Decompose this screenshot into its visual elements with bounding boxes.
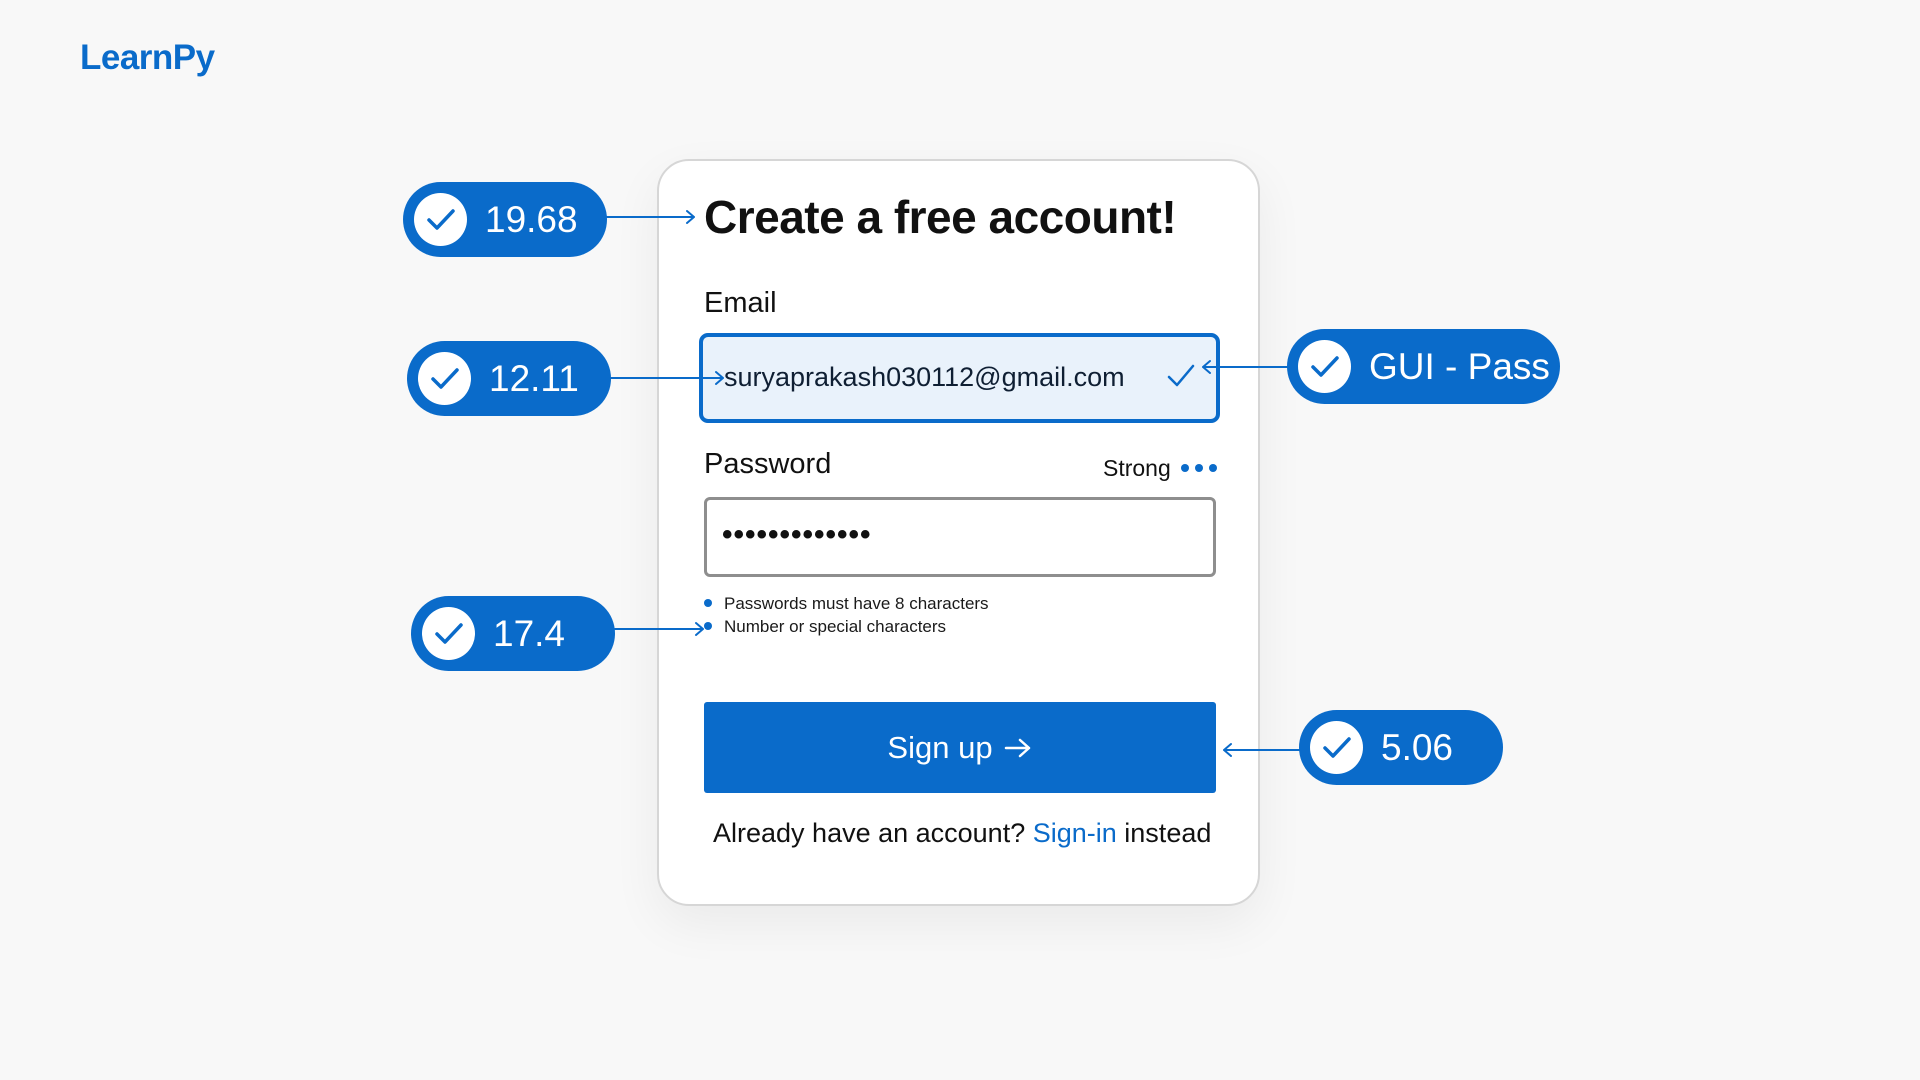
annotation-pill-status: GUI - Pass [1287, 329, 1560, 404]
annotation-pill-title: 19.68 [403, 182, 607, 257]
annotation-pill-button: 5.06 [1299, 710, 1503, 785]
hint-text: Passwords must have 8 characters [724, 594, 989, 613]
brand-logo: LearnPy [80, 38, 215, 77]
password-strength-text: Strong [1103, 455, 1171, 481]
annotation-pill-hints: 17.4 [411, 596, 615, 671]
check-circle-icon [422, 607, 475, 660]
email-label: Email [704, 287, 777, 319]
signin-prompt-prefix: Already have an account? [713, 818, 1026, 848]
check-icon [1167, 364, 1195, 387]
annotation-value: 12.11 [489, 357, 579, 399]
annotation-value: 5.06 [1381, 726, 1454, 768]
check-circle-icon [414, 193, 467, 246]
form-title: Create a free account! [704, 191, 1177, 243]
annotation-value: GUI - Pass [1369, 345, 1550, 387]
check-circle-icon [1298, 340, 1351, 393]
strength-dots-icon [1181, 464, 1217, 472]
signin-prompt: Already have an account? Sign-in instead [713, 818, 1211, 849]
signin-link[interactable]: Sign-in [1033, 818, 1117, 848]
check-circle-icon [1310, 721, 1363, 774]
annotation-value: 17.4 [493, 612, 566, 654]
arrow-right-icon [1004, 738, 1030, 757]
signup-button-label: Sign up [887, 729, 993, 765]
hint-bullet [704, 598, 712, 607]
annotation-pill-email: 12.11 [407, 341, 611, 416]
email-value[interactable]: suryaprakash030112@gmail.com [724, 362, 1125, 393]
signin-prompt-suffix: instead [1124, 818, 1212, 848]
password-value[interactable]: ••••••••••••• [722, 518, 872, 552]
signup-button[interactable]: Sign up [704, 702, 1216, 793]
hint-text: Number or special characters [724, 617, 947, 636]
annotation-value: 19.68 [485, 198, 578, 240]
password-label: Password [704, 448, 832, 480]
check-circle-icon [418, 352, 471, 405]
password-hint: Passwords must have 8 characters [704, 594, 989, 614]
hint-bullet [704, 621, 712, 630]
password-hint: Number or special characters [704, 617, 946, 637]
